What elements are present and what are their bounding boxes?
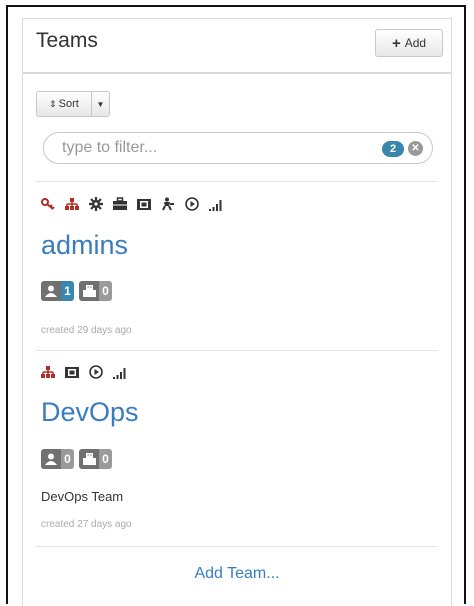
key-icon [41,197,55,211]
robot-count: 0 [99,281,112,301]
result-count-badge: 2 [382,141,404,157]
user-icon [41,449,61,469]
play-circle-icon [185,197,199,211]
divider [36,181,438,182]
divider [36,350,438,351]
teams-panel: Teams + Add ⇕ Sort ▼ 2 ✕ [22,18,452,606]
filter-box: 2 ✕ [43,132,433,164]
filter-input[interactable] [62,138,362,158]
team-description: DevOps Team [41,489,124,504]
sort-caret-button[interactable]: ▼ [92,91,110,117]
robot-icon [79,281,99,301]
robot-count-badge: 0 [79,281,112,301]
signal-icon [113,365,127,379]
play-circle-icon [89,365,103,379]
signal-icon [209,197,223,211]
team-permissions [41,195,223,211]
org-tree-icon [41,365,55,379]
panel-header: Teams + Add [23,19,451,74]
plus-icon: + [391,34,401,52]
robot-count-badge: 0 [79,449,112,469]
panel-title: Teams [36,29,98,52]
sort-icon: ⇕ [49,98,57,109]
sort-button[interactable]: ⇕ Sort [36,91,92,117]
caret-down-icon: ▼ [96,99,105,109]
created-date: created 29 days ago [41,325,132,336]
add-team-link[interactable]: Add Team... [23,565,451,583]
gear-icon [89,197,103,211]
clear-filter-icon[interactable]: ✕ [408,141,423,156]
user-count-badge: 1 [41,281,74,301]
add-button[interactable]: + Add [375,29,443,57]
user-count: 1 [61,281,74,301]
camera-icon [65,365,79,379]
sort-label: Sort [58,98,79,110]
member-counts: 0 0 [41,449,112,469]
divider [36,546,438,547]
camera-icon [137,197,151,211]
briefcase-icon [113,197,127,211]
user-count-badge: 0 [41,449,74,469]
sort-dropdown[interactable]: ⇕ Sort ▼ [36,91,110,117]
robot-icon [79,449,99,469]
user-icon [41,281,61,301]
created-date: created 27 days ago [41,519,132,530]
org-tree-icon [65,197,79,211]
member-counts: 1 0 [41,281,112,301]
team-name-link[interactable]: admins [41,230,128,261]
team-permissions [41,363,127,379]
deploy-icon [161,197,175,211]
add-button-label: Add [404,36,427,50]
robot-count: 0 [99,449,112,469]
user-count: 0 [61,449,74,469]
team-name-link[interactable]: DevOps [41,397,139,428]
